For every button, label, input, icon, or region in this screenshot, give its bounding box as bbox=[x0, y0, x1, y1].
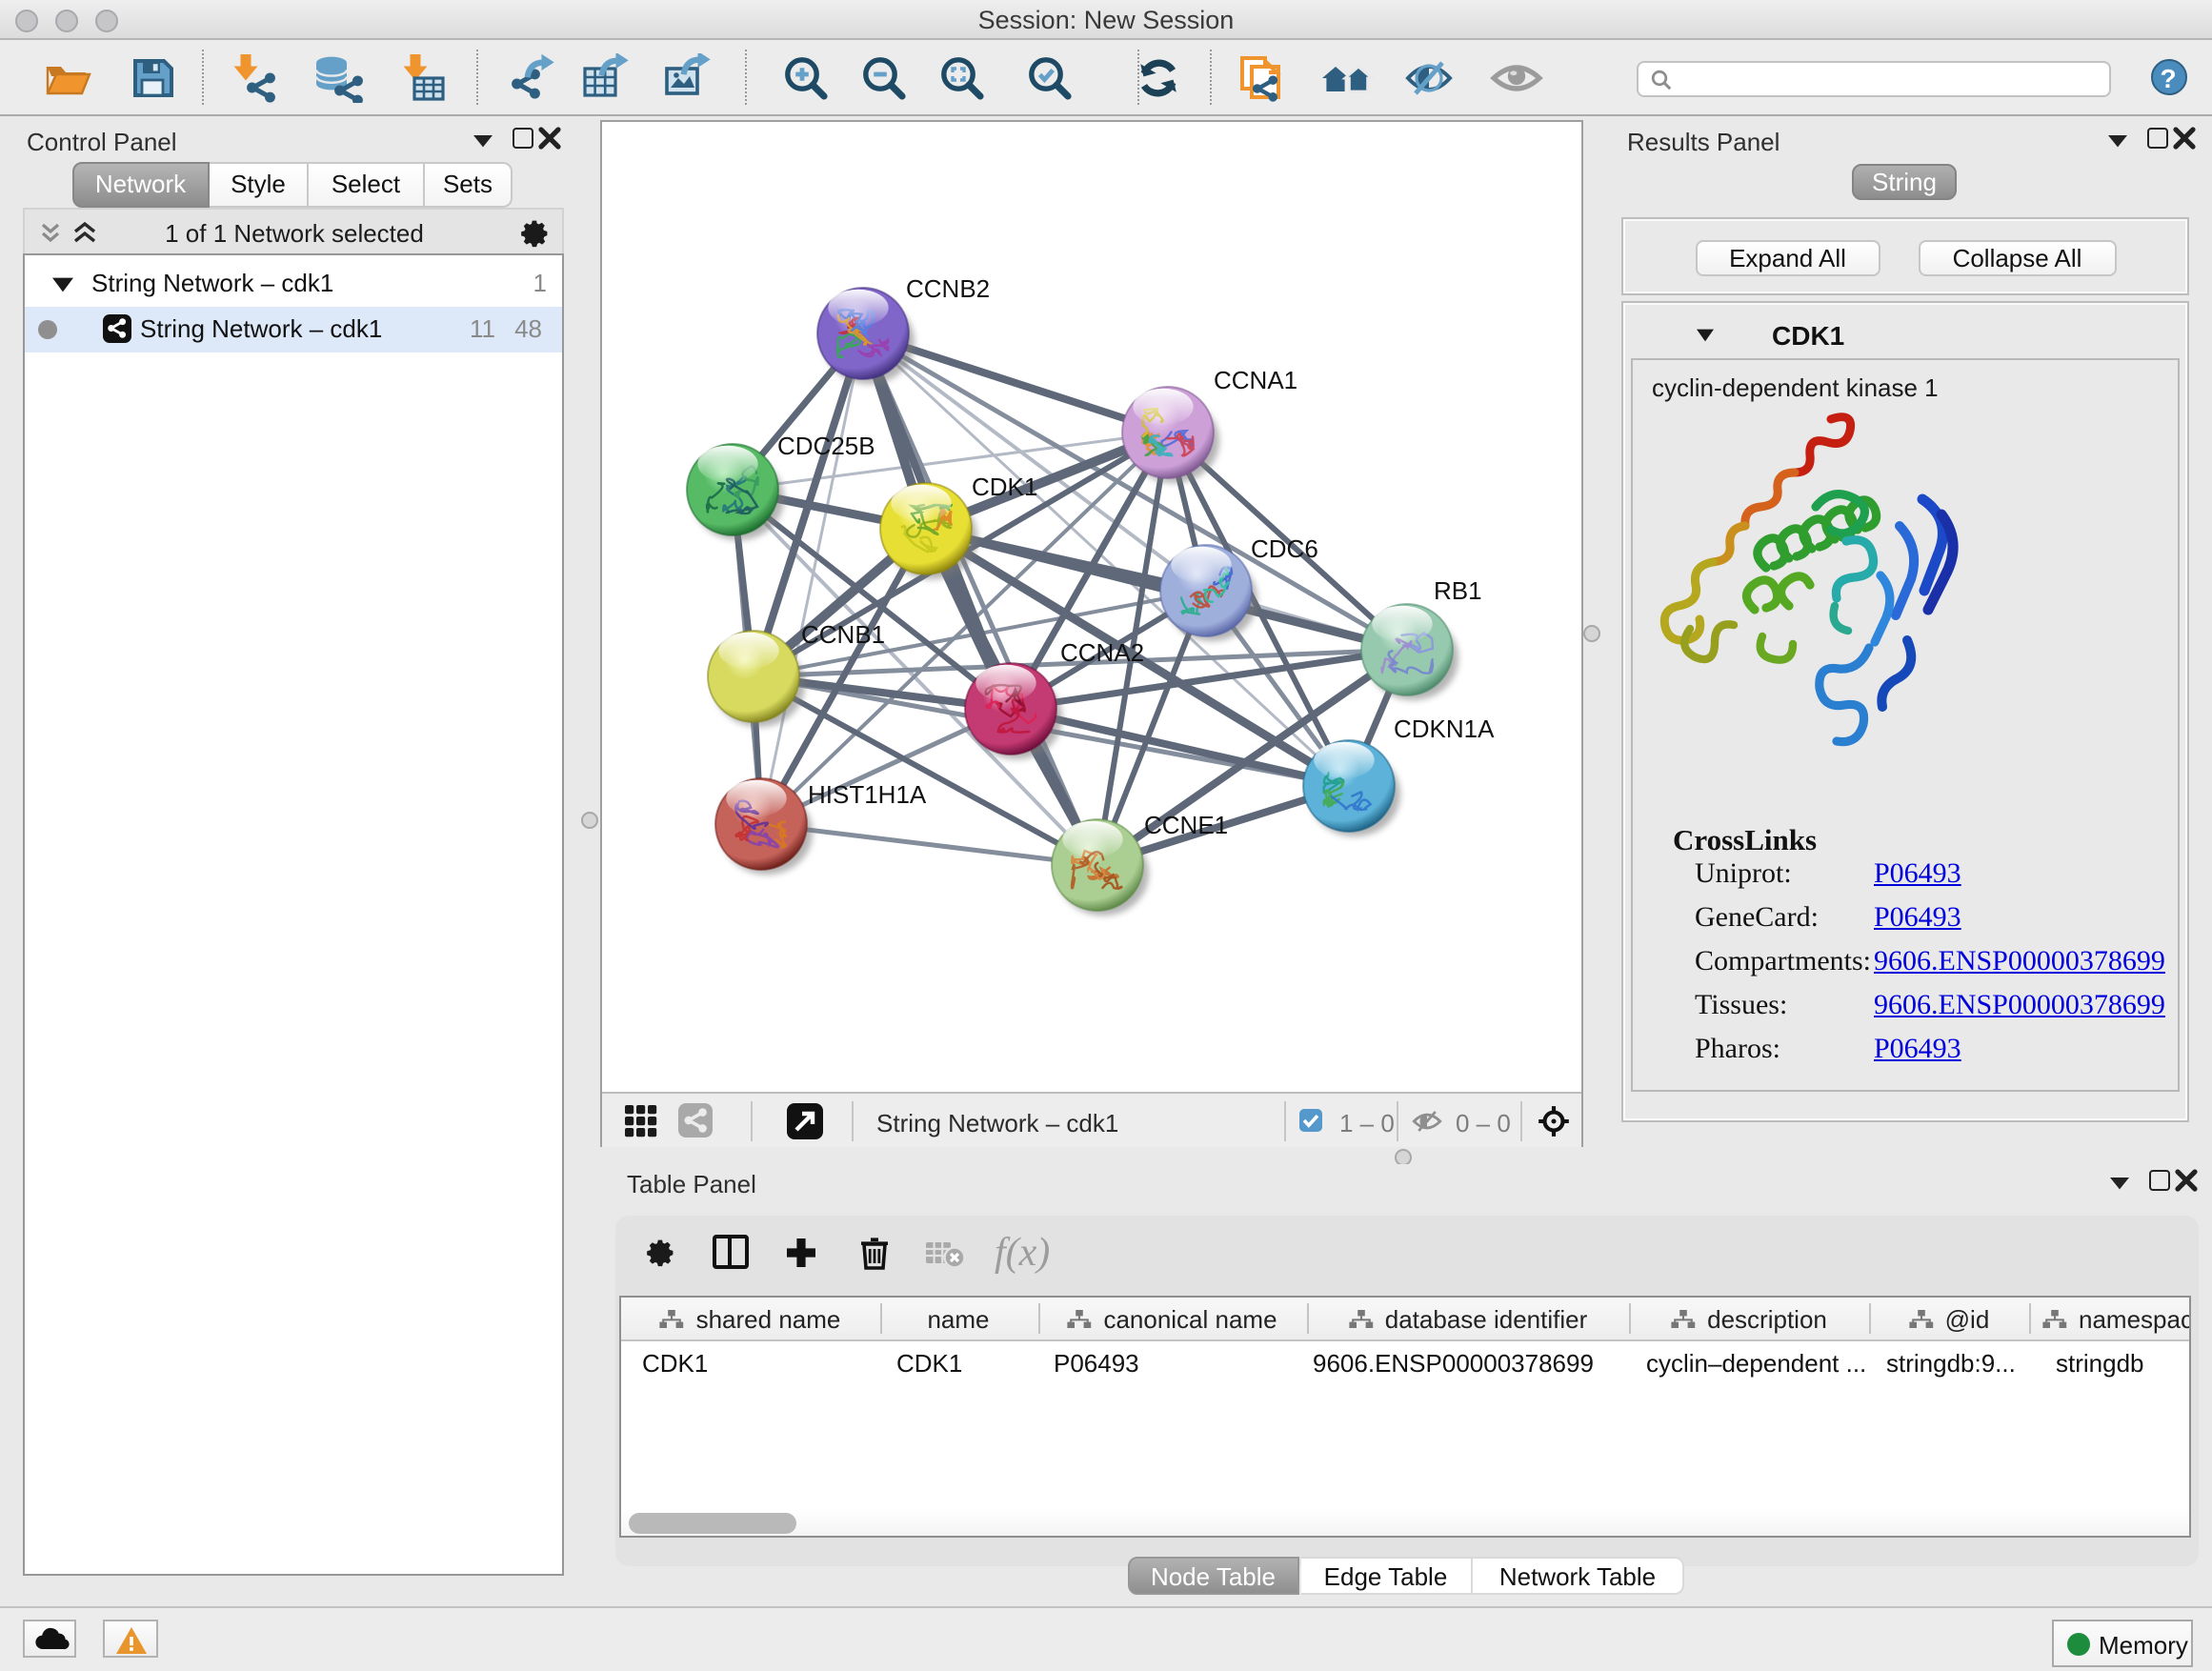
svg-text:HIST1H1A: HIST1H1A bbox=[808, 780, 927, 809]
svg-text:CCNB1: CCNB1 bbox=[801, 620, 885, 649]
svg-text:CDKN1A: CDKN1A bbox=[1394, 715, 1495, 743]
svg-text:CCNB2: CCNB2 bbox=[906, 274, 990, 303]
svg-text:CDK1: CDK1 bbox=[972, 473, 1037, 501]
svg-text:CDC6: CDC6 bbox=[1251, 534, 1318, 563]
svg-text:CCNA1: CCNA1 bbox=[1214, 366, 1297, 394]
svg-text:CCNA2: CCNA2 bbox=[1060, 638, 1144, 667]
svg-text:RB1: RB1 bbox=[1434, 576, 1482, 605]
svg-text:CCNE1: CCNE1 bbox=[1144, 811, 1228, 839]
svg-text:CDC25B: CDC25B bbox=[777, 432, 875, 460]
